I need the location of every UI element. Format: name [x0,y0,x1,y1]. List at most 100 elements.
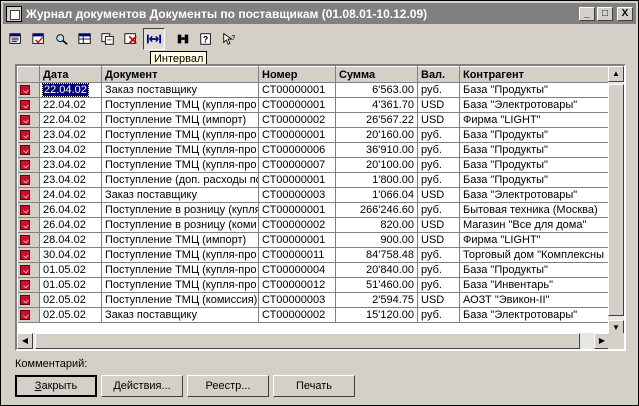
cell-number[interactable]: СТ00000001 [258,97,336,113]
cell-date[interactable]: 22.04.02 [39,97,102,113]
cell-date[interactable]: 30.04.02 [39,247,102,263]
cell-currency[interactable]: USD [417,97,460,113]
cell-currency[interactable]: руб. [417,172,460,188]
cell-number[interactable]: СТ00000012 [258,277,336,293]
cell-document[interactable]: Поступление ТМЦ (купля-про [101,97,259,113]
cell-amount[interactable]: 266'246.60 [335,202,418,218]
cell-date[interactable]: 28.04.02 [39,232,102,248]
cell-document[interactable]: Поступление ТМЦ (купля-про [101,247,259,263]
cell-document[interactable]: Поступление (доп. расходы по [101,172,259,188]
cell-document[interactable]: Поступление в розницу (коми [101,217,259,233]
cell-date[interactable]: 23.04.02 [39,157,102,173]
cell-number[interactable]: СТ00000011 [258,247,336,263]
table-row[interactable]: 22.04.02 Поступление ТМЦ (купля-про СТ0000… [17,97,610,113]
table-row[interactable]: 24.04.02 Заказ поставщику СТ00000003 1'066.… [17,187,610,203]
cell-currency[interactable]: руб. [417,157,460,173]
cell-date[interactable]: 01.05.02 [39,277,102,293]
column-header-date[interactable]: Дата [39,66,102,83]
title-bar[interactable]: Журнал документов Документы по поставщик… [3,3,636,24]
cell-date[interactable]: 23.04.02 [39,127,102,143]
cell-date[interactable]: 22.04.02 [39,82,102,98]
print-button[interactable]: Печать [273,375,355,397]
cell-number[interactable]: СТ00000004 [258,262,336,278]
cell-counterparty[interactable]: База "Продукты" [459,262,610,278]
binoculars-button[interactable] [172,28,194,50]
table-row[interactable]: 01.05.02 Поступление ТМЦ (купля-про СТ0000… [17,277,610,293]
cell-document[interactable]: Поступление ТМЦ (импорт) [101,112,259,128]
cell-number[interactable]: СТ00000001 [258,82,336,98]
cell-amount[interactable]: 900.00 [335,232,418,248]
column-header-mark[interactable] [17,66,40,83]
actions-button[interactable]: Действия... [101,375,183,397]
horizontal-scrollbar[interactable]: ◀ ▶ [17,333,610,349]
cell-number[interactable]: СТ00000007 [258,157,336,173]
vertical-scroll-thumb[interactable] [608,84,624,316]
cell-number[interactable]: СТ00000001 [258,127,336,143]
cell-currency[interactable]: USD [417,232,460,248]
cell-currency[interactable]: руб. [417,142,460,158]
table-row[interactable]: 28.04.02 Поступление ТМЦ (импорт) СТ000000… [17,232,610,248]
table-row[interactable]: 22.04.02 Заказ поставщику СТ00000001 6'563.… [17,82,610,98]
cell-number[interactable]: СТ00000002 [258,307,336,323]
new-document-button[interactable] [5,28,27,50]
help-button[interactable]: ? [195,28,217,50]
cell-date[interactable]: 02.05.02 [39,292,102,308]
cell-currency[interactable]: руб. [417,277,460,293]
cell-counterparty[interactable]: База "Электротовары" [459,307,610,323]
cell-date[interactable]: 02.05.02 [39,307,102,323]
cell-counterparty[interactable]: Торговый дом "Комплексны [459,247,610,263]
cell-date[interactable]: 23.04.02 [39,142,102,158]
column-header-amount[interactable]: Сумма [335,66,418,83]
table-row[interactable]: 26.04.02 Поступление в розницу (коми СТ000… [17,217,610,233]
horizontal-scroll-thumb[interactable] [35,333,580,349]
cell-date[interactable]: 26.04.02 [39,217,102,233]
transfer-button[interactable] [97,28,119,50]
cell-counterparty[interactable]: АОЗТ "Эвикон-II" [459,292,610,308]
cell-amount[interactable]: 820.00 [335,217,418,233]
cell-document[interactable]: Поступление ТМЦ (комиссия) [101,292,259,308]
cell-amount[interactable]: 1'800.00 [335,172,418,188]
cell-counterparty[interactable]: База "Продукты" [459,82,610,98]
cell-currency[interactable]: руб. [417,127,460,143]
cell-amount[interactable]: 6'563.00 [335,82,418,98]
cell-document[interactable]: Поступление в розницу (купля [101,202,259,218]
cell-number[interactable]: СТ00000002 [258,112,336,128]
table-row[interactable]: 23.04.02 Поступление ТМЦ (купля-про СТ0000… [17,142,610,158]
table-row[interactable]: 01.05.02 Поступление ТМЦ (купля-про СТ0000… [17,262,610,278]
cell-amount[interactable]: 15'120.00 [335,307,418,323]
cell-document[interactable]: Поступление ТМЦ (купля-про [101,127,259,143]
cell-document[interactable]: Поступление ТМЦ (купля-про [101,262,259,278]
cell-counterparty[interactable]: База "Электротовары" [459,187,610,203]
column-header-currency[interactable]: Вал. [417,66,460,83]
scroll-up-button[interactable]: ▲ [608,66,624,82]
cell-amount[interactable]: 4'361.70 [335,97,418,113]
cell-counterparty[interactable]: База "Продукты" [459,127,610,143]
cell-counterparty[interactable]: Магазин "Все для дома" [459,217,610,233]
table-row[interactable]: 23.04.02 Поступление ТМЦ (купля-про СТ0000… [17,157,610,173]
cell-number[interactable]: СТ00000003 [258,187,336,203]
cell-number[interactable]: СТ00000001 [258,202,336,218]
table-row[interactable]: 23.04.02 Поступление ТМЦ (купля-про СТ0000… [17,127,610,143]
maximize-button[interactable]: □ [597,6,613,21]
cell-counterparty[interactable]: Фирма "LIGHT" [459,232,610,248]
cell-amount[interactable]: 84'758.48 [335,247,418,263]
table-row[interactable]: 30.04.02 Поступление ТМЦ (купля-про СТ0000… [17,247,610,263]
cell-document[interactable]: Заказ поставщику [101,82,259,98]
cell-currency[interactable]: USD [417,187,460,203]
cell-date[interactable]: 01.05.02 [39,262,102,278]
cell-amount[interactable]: 20'840.00 [335,262,418,278]
table-row[interactable]: 02.05.02 Заказ поставщику СТ00000002 15'120… [17,307,610,323]
minimize-button[interactable]: _ [579,6,595,21]
cell-currency[interactable]: руб. [417,307,460,323]
registry-button[interactable]: Реестр... [187,375,269,397]
cell-document[interactable]: Поступление ТМЦ (купля-про [101,277,259,293]
vertical-scrollbar[interactable]: ▲ ▼ [608,66,624,336]
cell-currency[interactable]: руб. [417,247,460,263]
scroll-left-button[interactable]: ◀ [17,333,33,349]
column-header-counterparty[interactable]: Контрагент [459,66,610,83]
cell-amount[interactable]: 26'567.22 [335,112,418,128]
cell-amount[interactable]: 20'160.00 [335,127,418,143]
cell-counterparty[interactable]: Бытовая техника (Москва) [459,202,610,218]
cell-currency[interactable]: USD [417,217,460,233]
cell-counterparty[interactable]: База "Электротовары" [459,97,610,113]
